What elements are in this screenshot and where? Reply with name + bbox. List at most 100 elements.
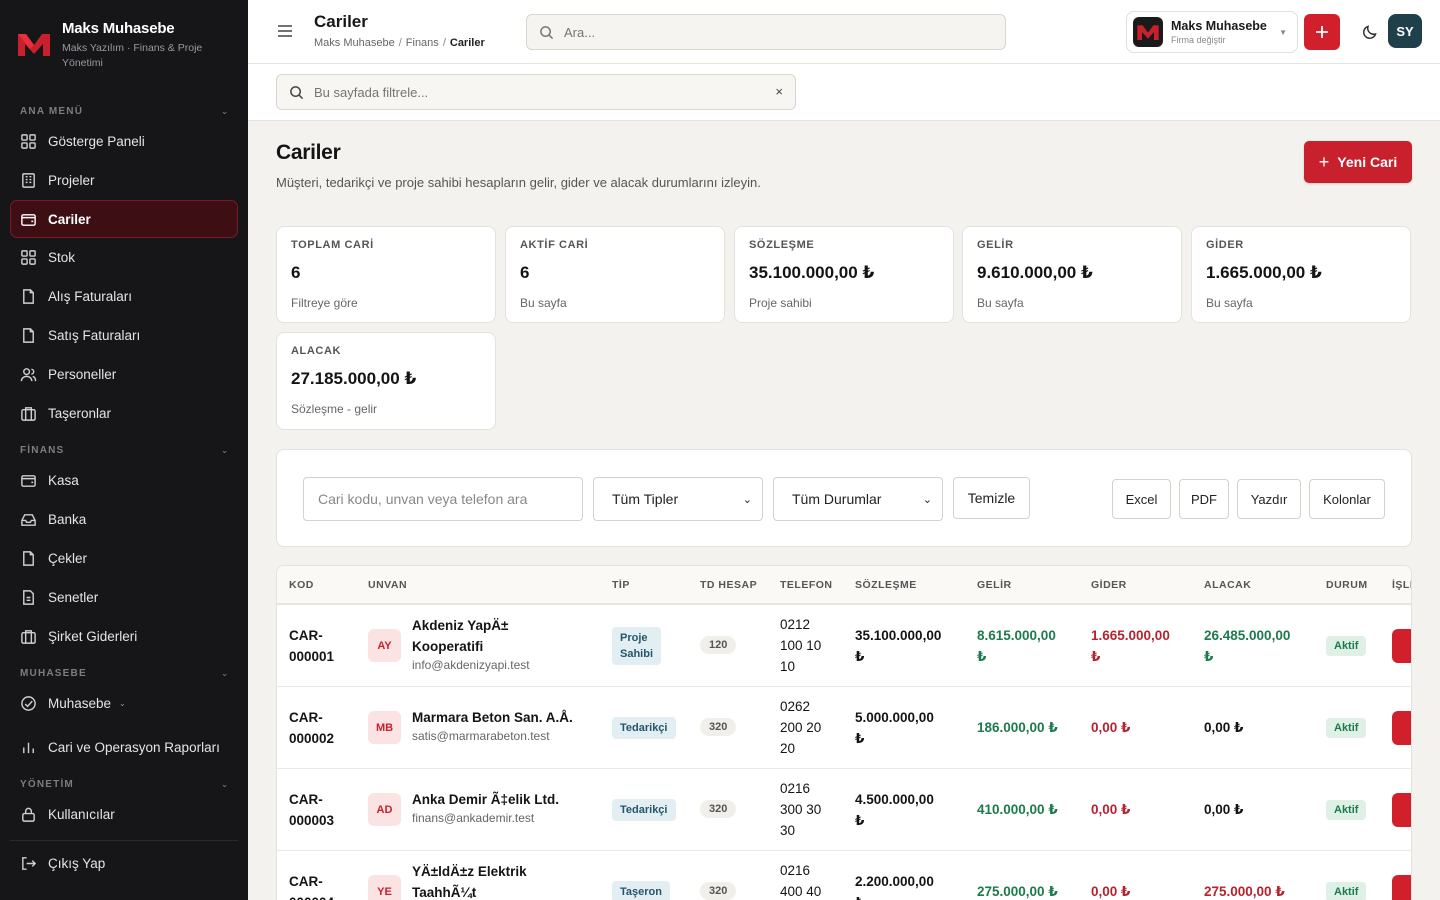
table-row[interactable]: CAR-000004 YE YÄ±ldÄ±z Elektrik TaahhÃ¼t… [277,851,1411,900]
sidebar-item-purchase-invoices[interactable]: Alış Faturaları [0,277,248,316]
row-contract: 4.500.000,00 ₺ [855,792,934,828]
pdf-button[interactable]: PDF [1179,479,1229,519]
stat-sub: Proje sahibi [749,296,812,310]
theme-toggle[interactable] [1352,14,1388,50]
sidebar-item-accounts[interactable]: Cariler [10,200,238,238]
company-name: Maks Muhasebe [1171,19,1267,33]
sidebar-item-personnel[interactable]: Personeller [0,355,248,394]
chevron-down-icon: ▼ [1279,27,1287,37]
row-action-button[interactable] [1392,875,1411,900]
sidebar-item-subcontractors[interactable]: Taşeronlar [0,394,248,433]
stat-card-receivable: ALACAK 27.185.000,00 ₺ Sözleşme - gelir [276,332,496,430]
type-select[interactable]: Tüm Tipler ⌄ [593,477,763,521]
moon-icon [1363,25,1377,39]
sidebar: Maks Muhasebe Maks Yazılım · Finans & Pr… [0,0,248,900]
nav-section-accounting[interactable]: MUHASEBE ⌄ [0,662,248,684]
th-status[interactable]: DURUM [1326,579,1368,591]
th-contract[interactable]: SÖZLEŞME [855,579,917,591]
close-icon[interactable]: × [775,84,783,99]
th-actions: İŞLEM [1392,579,1411,591]
th-phone[interactable]: TELEFON [780,579,833,591]
stat-label: GELİR [977,239,1014,251]
page-filter-input[interactable] [314,84,754,100]
menu-icon[interactable] [276,22,294,40]
chevron-down-icon: ⌄ [221,445,228,455]
sidebar-item-sales-invoices[interactable]: Satış Faturaları [0,316,248,355]
nav-section-management[interactable]: YÖNETİM ⌄ [0,773,248,795]
status-select[interactable]: Tüm Durumlar ⌄ [773,477,943,521]
type-badge: Tedarikçi [612,799,676,821]
th-code[interactable]: KOD [289,579,314,591]
row-name[interactable]: Akdeniz YapÄ± Kooperatifi info@akdenizya… [412,615,530,672]
new-account-button[interactable]: + Yeni Cari [1304,141,1412,183]
th-td-account[interactable]: TD HESAP [700,579,757,591]
columns-button[interactable]: Kolonlar [1309,479,1385,519]
type-badge: Proje Sahibi [612,627,662,665]
brand[interactable]: Maks Muhasebe Maks Yazılım · Finans & Pr… [0,0,248,90]
plus-icon [1316,26,1328,38]
table-row[interactable]: CAR- 000002 MB Marmara Beton San. A.Å. sa… [277,687,1411,769]
plus-icon: + [1318,151,1330,172]
row-name[interactable]: YÄ±ldÄ±z Elektrik TaahhÃ¼t [412,861,527,900]
sidebar-item-reports[interactable]: Cari ve Operasyon Raporları [0,723,248,771]
type-badge: Tedarikçi [612,717,676,739]
row-receivable: 0,00 ₺ [1204,802,1244,817]
row-expense: 0,00 ₺ [1091,720,1131,735]
th-receivable[interactable]: ALACAK [1204,579,1251,591]
row-name[interactable]: Marmara Beton San. A.Å. satis@marmarabet… [412,707,573,743]
company-switcher[interactable]: Maks Muhasebe Firma değiştir ▼ [1126,11,1298,53]
page-description: Müşteri, tedarikçi ve proje sahibi hesap… [276,175,761,190]
print-button[interactable]: Yazdır [1237,479,1301,519]
logout-button[interactable]: Çıkış Yap [0,841,248,885]
th-income[interactable]: GELİR [977,579,1012,591]
stat-value: 1.665.000,00 ₺ [1206,263,1322,282]
sidebar-item-checks[interactable]: Çekler [0,539,248,578]
sidebar-item-users[interactable]: Kullanıcılar [0,795,248,834]
th-expense[interactable]: GİDER [1091,579,1127,591]
table-row[interactable]: CAR- 000003 AD Anka Demir Ã‡elik Ltd. fin… [277,769,1411,851]
accounts-table: KOD UNVAN TİP TD HESAP TELEFON SÖZLEŞME … [276,565,1412,900]
stat-card-active: AKTİF CARİ 6 Bu sayfa [505,226,725,323]
avatar[interactable]: SY [1388,14,1422,48]
td-badge: 320 [700,882,737,900]
td-badge: 320 [700,800,737,818]
breadcrumb-item[interactable]: Finans [406,37,439,49]
excel-button[interactable]: Excel [1112,479,1171,519]
clear-button[interactable]: Temizle [953,477,1030,519]
search-icon [290,85,304,99]
row-action-button[interactable] [1392,711,1411,745]
row-name[interactable]: Anka Demir Ã‡elik Ltd. finans@ankademir.… [412,789,559,825]
sidebar-item-dashboard[interactable]: Gösterge Paneli [0,122,248,161]
nav-section-main[interactable]: ANA MENÜ ⌄ [0,100,248,122]
sidebar-item-stock[interactable]: Stok [0,238,248,277]
brand-logo-icon [18,34,50,56]
nav-section-finance[interactable]: FİNANS ⌄ [0,439,248,461]
global-search-input[interactable] [564,24,984,40]
th-type[interactable]: TİP [612,579,630,591]
th-title[interactable]: UNVAN [368,579,407,591]
page-filter[interactable]: × [276,74,796,110]
quick-add-button[interactable] [1304,14,1340,50]
sidebar-item-bank[interactable]: Banka [0,500,248,539]
row-income: 186.000,00 ₺ [977,720,1058,735]
status-badge: Aktif [1326,636,1367,656]
sidebar-item-accounting[interactable]: Muhasebe ⌄ [0,684,248,723]
briefcase-icon [21,630,36,644]
table-row[interactable]: CAR- 000001 AY Akdeniz YapÄ± Kooperatifi … [277,605,1411,687]
breadcrumb-item[interactable]: Maks Muhasebe [314,37,395,49]
global-search[interactable] [526,14,1006,50]
row-action-button[interactable] [1392,793,1411,827]
table-search-input[interactable]: Cari kodu, unvan veya telefon ara [303,477,583,521]
breadcrumb: Maks Muhasebe / Finans / Cariler [314,37,485,49]
sidebar-item-notes[interactable]: Senetler [0,578,248,617]
sidebar-item-cash[interactable]: Kasa [0,461,248,500]
row-expense: 0,00 ₺ [1091,802,1131,817]
sidebar-item-projects[interactable]: Projeler [0,161,248,200]
row-phone: 0212 100 10 10 [780,617,822,674]
row-action-button[interactable] [1392,629,1411,663]
document-lines-icon [23,590,34,605]
sidebar-item-company-expenses[interactable]: Şirket Giderleri [0,617,248,656]
stat-label: GİDER [1206,239,1244,251]
row-phone: 0262 200 20 20 [780,699,822,756]
bar-chart-icon [23,742,34,753]
